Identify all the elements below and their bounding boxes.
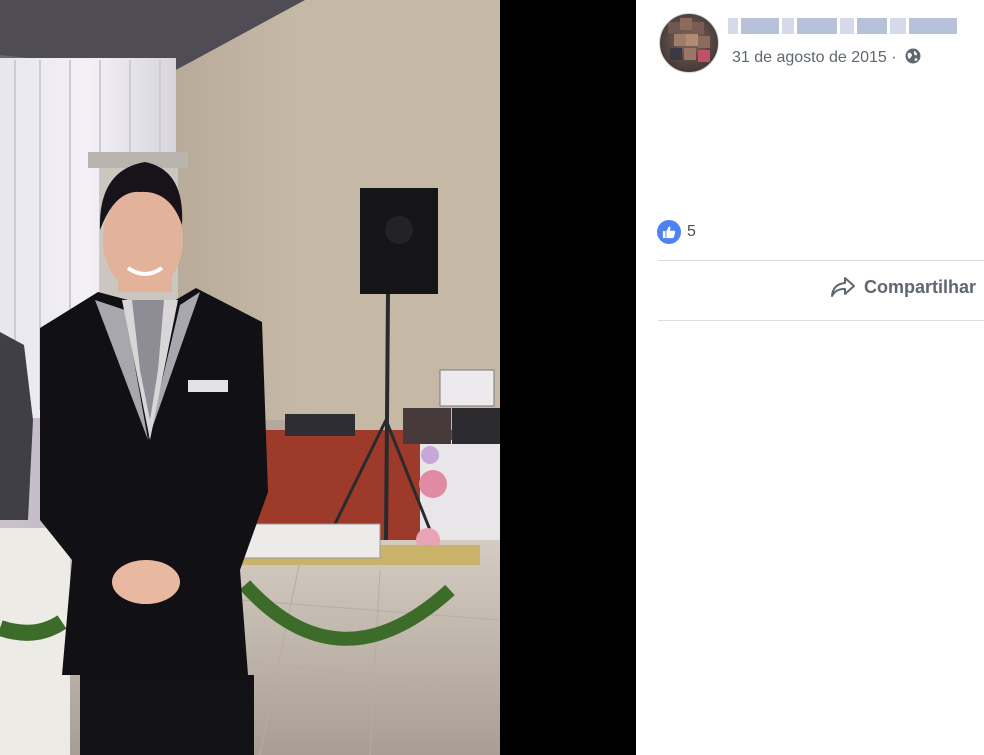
meta-separator: · xyxy=(891,49,897,66)
like-count: 5 xyxy=(687,223,696,240)
share-arrow-icon xyxy=(830,277,855,297)
share-button[interactable]: Compartilhar xyxy=(830,276,976,298)
post-date-text[interactable]: 31 de agosto de 2015 xyxy=(732,49,887,66)
profile-name-blurred[interactable] xyxy=(728,12,964,40)
post-side-panel: 31 de agosto de 2015 · 5 Compartilhar xyxy=(636,0,984,755)
like-icon xyxy=(657,220,681,244)
divider xyxy=(658,320,984,321)
share-label: Compartilhar xyxy=(863,276,976,297)
profile-avatar[interactable] xyxy=(659,13,719,73)
post-timestamp[interactable]: 31 de agosto de 2015 · xyxy=(732,48,921,67)
photo-viewer xyxy=(0,0,636,755)
reaction-summary[interactable]: 5 xyxy=(657,220,696,244)
post-photo[interactable] xyxy=(0,0,500,755)
divider xyxy=(658,260,984,261)
globe-icon[interactable] xyxy=(905,48,921,64)
